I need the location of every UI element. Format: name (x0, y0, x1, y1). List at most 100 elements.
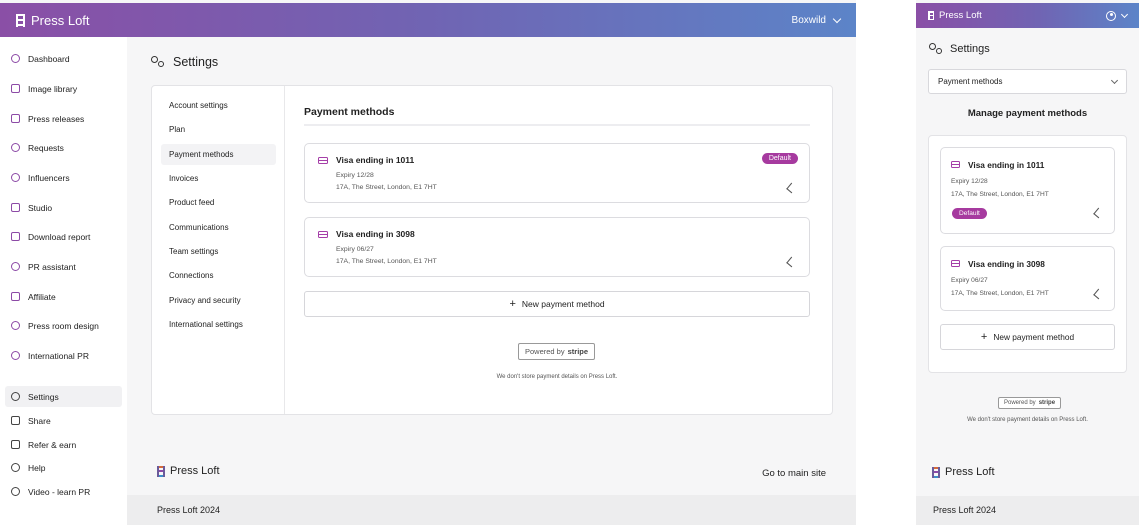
mobile-payment-panel: Visa ending in 1011 Expiry 12/28 17A, Th… (928, 135, 1127, 373)
globe-icon (11, 351, 20, 360)
dashboard-icon (11, 54, 20, 63)
card-address: 17A, The Street, London, E1 7HT (336, 258, 437, 265)
edit-pencil-icon[interactable] (786, 256, 797, 268)
sidebar-item-influencers[interactable]: Influencers (5, 167, 122, 188)
sidebar-item-pr-assistant[interactable]: PR assistant (5, 256, 122, 277)
gear-icon (11, 392, 20, 401)
settings-nav-payment-methods[interactable]: Payment methods (161, 144, 276, 165)
main-content: Settings Account settings Plan Payment m… (127, 37, 856, 447)
press-loft-logo-icon (16, 13, 25, 27)
default-badge: Default (761, 153, 798, 164)
mobile-account-menu[interactable] (1106, 10, 1129, 21)
chat-icon (11, 143, 20, 152)
studio-icon (11, 203, 20, 212)
settings-nav-product-feed[interactable]: Product feed (161, 192, 276, 213)
sidebar-item-image-library[interactable]: Image library (5, 78, 122, 99)
settings-nav-invoices[interactable]: Invoices (161, 168, 276, 189)
share-icon (11, 416, 20, 425)
sidebar-item-download-report[interactable]: Download report (5, 226, 122, 247)
edit-pencil-icon[interactable] (1093, 207, 1104, 219)
account-switcher[interactable]: Boxwild (792, 14, 842, 26)
credit-card-icon (318, 157, 328, 164)
gift-icon (11, 440, 20, 449)
payment-card-1011[interactable]: Visa ending in 1011 Expiry 12/28 17A, Th… (304, 143, 810, 203)
settings-nav: Account settings Plan Payment methods In… (152, 86, 285, 414)
user-icon (1106, 10, 1116, 21)
card-expiry: Expiry 12/28 (336, 172, 374, 179)
edit-pencil-icon[interactable] (786, 182, 797, 194)
footer-brand[interactable]: Press Loft (932, 466, 995, 478)
image-icon (11, 84, 20, 93)
sidebar-item-affiliate[interactable]: Affiliate (5, 286, 122, 307)
go-to-main-site-link[interactable]: Go to main site (762, 468, 826, 479)
payment-card-3098[interactable]: Visa ending in 3098 Expiry 06/27 17A, Th… (940, 246, 1115, 311)
page-title: Settings (950, 43, 990, 55)
mobile-brand-logo[interactable]: Press Loft (928, 10, 982, 21)
gears-icon (929, 43, 943, 55)
page-title: Settings (173, 55, 219, 69)
mobile-footer-bottom: Press Loft 2024 (916, 496, 1139, 525)
sidebar-item-requests[interactable]: Requests (5, 137, 122, 158)
powered-by-stripe-badge: Powered by stripe (998, 397, 1062, 409)
new-payment-method-button[interactable]: + New payment method (940, 324, 1115, 350)
default-badge: Default (952, 208, 987, 219)
plus-icon: + (980, 330, 988, 343)
chevron-down-icon (832, 14, 842, 23)
footer-bottom: Press Loft 2024 (127, 495, 856, 525)
sidebar-item-video-learn-pr[interactable]: Video - learn PR (5, 481, 122, 502)
affiliate-icon (11, 292, 20, 301)
mobile-footer: Press Loft (916, 446, 1139, 496)
chevron-down-icon (1120, 10, 1129, 18)
powered-by-stripe-badge: Powered by stripe (518, 343, 596, 360)
brand-logo[interactable]: Press Loft (16, 13, 90, 28)
new-payment-method-button[interactable]: + New payment method (304, 291, 810, 317)
sidebar-item-studio[interactable]: Studio (5, 197, 122, 218)
settings-nav-international-settings[interactable]: International settings (161, 314, 276, 335)
card-title: Visa ending in 3098 (968, 259, 1045, 269)
sidebar-item-refer-earn[interactable]: Refer & earn (5, 434, 122, 455)
sidebar: Dashboard Image library Press releases R… (0, 37, 127, 525)
payment-card-3098[interactable]: Visa ending in 3098 Expiry 06/27 17A, Th… (304, 217, 810, 277)
card-title: Visa ending in 1011 (336, 155, 415, 165)
payment-card-1011[interactable]: Visa ending in 1011 Expiry 12/28 17A, Th… (940, 147, 1115, 234)
card-title: Visa ending in 3098 (336, 229, 415, 239)
settings-nav-communications[interactable]: Communications (161, 217, 276, 238)
sidebar-item-share[interactable]: Share (5, 410, 122, 431)
mobile-section-title: Manage payment methods (967, 108, 1088, 119)
edit-pencil-icon[interactable] (1093, 288, 1104, 300)
settings-nav-team-settings[interactable]: Team settings (161, 241, 276, 262)
sidebar-item-international-pr[interactable]: International PR (5, 345, 122, 366)
sidebar-item-dashboard[interactable]: Dashboard (5, 48, 122, 69)
sidebar-item-help[interactable]: Help (5, 457, 122, 478)
settings-nav-connections[interactable]: Connections (161, 265, 276, 286)
card-address: 17A, The Street, London, E1 7HT (951, 290, 1049, 297)
palette-icon (11, 321, 20, 330)
settings-panel: Account settings Plan Payment methods In… (151, 85, 833, 415)
play-icon (11, 487, 20, 496)
document-icon (11, 114, 20, 123)
card-expiry: Expiry 12/28 (951, 178, 988, 185)
mobile-top-bar: Press Loft (916, 3, 1139, 28)
mobile-view: Press Loft Settings Payment methods Mana… (916, 0, 1139, 525)
settings-nav-plan[interactable]: Plan (161, 119, 276, 140)
influencer-icon (11, 173, 20, 182)
gears-icon (151, 56, 165, 68)
footer-brand[interactable]: Press Loft (157, 465, 220, 477)
settings-section-select[interactable]: Payment methods (928, 69, 1127, 94)
sidebar-item-press-room-design[interactable]: Press room design (5, 315, 122, 336)
settings-nav-account-settings[interactable]: Account settings (161, 95, 276, 116)
settings-nav-privacy-security[interactable]: Privacy and security (161, 290, 276, 311)
press-loft-logo-icon (932, 466, 940, 478)
desktop-view: Press Loft Boxwild Dashboard Image libra… (0, 0, 856, 525)
sparkle-icon (11, 262, 20, 271)
chevron-down-icon (1110, 76, 1119, 84)
sidebar-item-settings[interactable]: Settings (5, 386, 122, 407)
payment-note: We don't store payment details on Press … (496, 374, 618, 380)
copyright: Press Loft 2024 (157, 505, 221, 515)
plus-icon: + (509, 297, 516, 310)
press-loft-logo-icon (157, 465, 165, 477)
chart-icon (11, 232, 20, 241)
copyright: Press Loft 2024 (933, 505, 997, 515)
sidebar-item-press-releases[interactable]: Press releases (5, 108, 122, 129)
info-icon (11, 463, 20, 472)
